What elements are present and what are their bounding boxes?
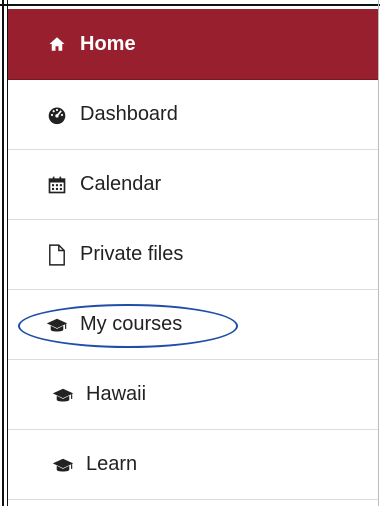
- nav-item-home[interactable]: Home: [8, 9, 378, 80]
- file-icon: [46, 243, 68, 266]
- graduation-cap-icon: [52, 384, 74, 406]
- dashboard-icon: [46, 104, 68, 126]
- nav-item-dashboard[interactable]: Dashboard: [8, 80, 378, 150]
- nav-item-label: Home: [80, 32, 136, 55]
- nav-item-label: Learn: [86, 453, 138, 475]
- frame-border-top: [0, 4, 380, 6]
- graduation-cap-icon: [46, 314, 68, 336]
- navigation-drawer-frame: Home Dashboard Calendar Private files My…: [0, 0, 380, 506]
- nav-item-calendar[interactable]: Calendar: [8, 150, 378, 220]
- nav-item-private-files[interactable]: Private files: [8, 220, 378, 290]
- nav-item-label: My courses: [80, 313, 183, 335]
- nav-item-course-learn[interactable]: Learn: [8, 430, 378, 500]
- graduation-cap-icon: [52, 454, 74, 476]
- nav-item-label: Calendar: [80, 173, 162, 195]
- calendar-icon: [46, 174, 68, 196]
- nav-item-course-hawaii[interactable]: Hawaii: [8, 360, 378, 430]
- home-icon: [46, 33, 68, 55]
- nav-drawer: Home Dashboard Calendar Private files My…: [8, 9, 378, 500]
- nav-item-label: Private files: [80, 243, 184, 265]
- frame-border-left: [2, 0, 4, 506]
- nav-item-label: Dashboard: [80, 103, 178, 125]
- nav-item-label: Hawaii: [86, 383, 147, 405]
- nav-item-my-courses[interactable]: My courses: [8, 290, 378, 360]
- frame-border-right: [378, 0, 379, 506]
